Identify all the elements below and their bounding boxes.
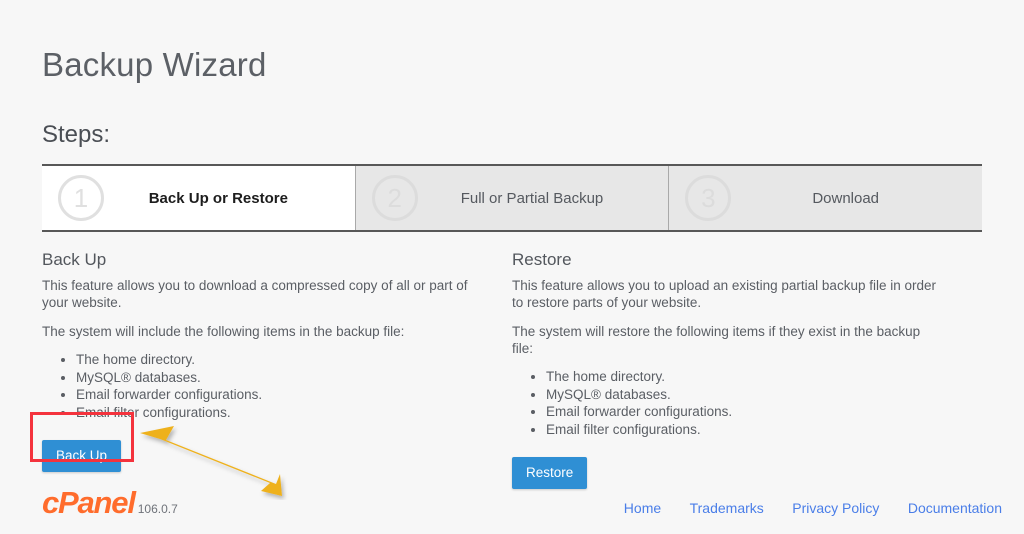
restore-item-list: The home directory. MySQL® databases. Em…	[512, 369, 942, 438]
list-item: The home directory.	[76, 352, 472, 369]
back-up-button[interactable]: Back Up	[42, 440, 122, 472]
backup-description: This feature allows you to download a co…	[42, 278, 468, 310]
step-2-label: Full or Partial Backup	[460, 189, 604, 207]
cpanel-version: 106.0.7	[137, 502, 178, 516]
list-item: Email forwarder configurations.	[546, 404, 942, 421]
restore-list-intro: The system will restore the following it…	[512, 324, 921, 356]
step-1-number: 1	[58, 175, 104, 221]
steps-heading: Steps:	[42, 121, 111, 148]
footer-link-home[interactable]: Home	[624, 500, 661, 516]
footer-links: Home Trademarks Privacy Policy Documenta…	[624, 500, 1002, 518]
step-1-back-up-or-restore[interactable]: 1 Back Up or Restore	[42, 166, 356, 230]
backup-title: Back Up	[42, 250, 107, 269]
wizard-columns: Back Up This feature allows you to downl…	[42, 250, 982, 489]
restore-column: Restore This feature allows you to uploa…	[512, 250, 982, 489]
page-title: Backup Wizard	[42, 46, 267, 83]
restore-button[interactable]: Restore	[512, 457, 588, 489]
step-3-download[interactable]: 3 Download	[669, 166, 983, 230]
restore-description: This feature allows you to upload an exi…	[512, 278, 936, 310]
list-item: Email filter configurations.	[76, 405, 472, 422]
backup-wizard-page: Backup Wizard Steps: 1 Back Up or Restor…	[0, 0, 1024, 534]
page-footer: cPanel 106.0.7 Home Trademarks Privacy P…	[42, 487, 1002, 518]
cpanel-brand: cPanel 106.0.7	[42, 487, 178, 518]
list-item: Email filter configurations.	[546, 422, 942, 439]
list-item: The home directory.	[546, 369, 942, 386]
restore-title: Restore	[512, 250, 572, 269]
footer-link-privacy-policy[interactable]: Privacy Policy	[792, 500, 879, 516]
steps-bar: 1 Back Up or Restore 2 Full or Partial B…	[42, 164, 983, 232]
backup-item-list: The home directory. MySQL® databases. Em…	[42, 352, 472, 421]
cpanel-logo: cPanel	[42, 485, 136, 520]
step-2-number: 2	[371, 175, 418, 221]
step-3-label: Download	[812, 189, 880, 207]
step-1-label: Back Up or Restore	[148, 189, 288, 207]
backup-list-intro: The system will include the following it…	[42, 324, 405, 339]
step-2-full-or-partial-backup[interactable]: 2 Full or Partial Backup	[355, 166, 670, 230]
list-item: MySQL® databases.	[546, 387, 942, 404]
footer-link-trademarks[interactable]: Trademarks	[690, 500, 764, 516]
list-item: MySQL® databases.	[76, 370, 472, 387]
backup-column: Back Up This feature allows you to downl…	[42, 250, 512, 489]
list-item: Email forwarder configurations.	[76, 387, 472, 404]
footer-link-documentation[interactable]: Documentation	[908, 500, 1002, 516]
step-3-number: 3	[685, 175, 732, 221]
